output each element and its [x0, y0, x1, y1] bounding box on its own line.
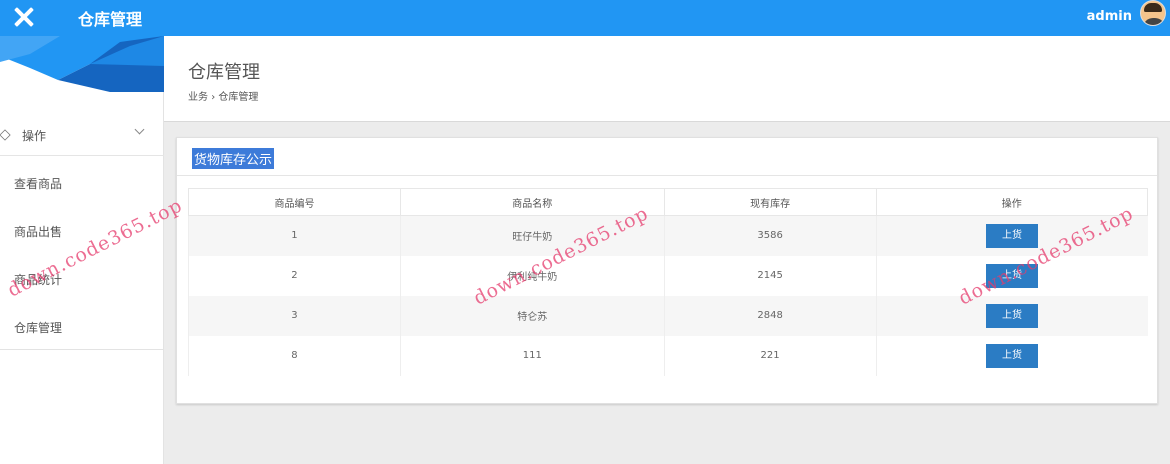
avatar-body [1143, 18, 1165, 25]
table-row: 1 旺仔牛奶 3586 上货 [188, 215, 1148, 256]
table-row: 2 伊利纯牛奶 2145 上货 [188, 255, 1148, 296]
chevron-down-icon[interactable] [134, 124, 145, 135]
cell-stock: 3586 [663, 215, 877, 256]
cell-product-id: 8 [188, 335, 401, 376]
app-title: 仓库管理 [78, 10, 143, 29]
cell-product-id: 2 [188, 255, 401, 296]
cell-action: 上货 [875, 255, 1148, 296]
column-header-stock: 现有库存 [663, 188, 877, 216]
avatar[interactable] [1140, 0, 1166, 26]
cell-product-id: 1 [188, 215, 401, 256]
sidebar-group-operations[interactable]: 操作 [0, 116, 164, 156]
restock-button[interactable]: 上货 [986, 223, 1039, 248]
close-icon[interactable] [10, 3, 38, 31]
sidebar-item-label: 商品统计 [14, 273, 63, 287]
column-header-product-id: 商品编号 [188, 188, 401, 216]
sidebar-item-product-stats[interactable]: 商品统计 [0, 255, 164, 303]
top-bar: 仓库管理 admin [0, 0, 1170, 36]
cell-stock: 2848 [663, 295, 877, 336]
panel-header: 货物库存公示 [177, 138, 1157, 176]
sidebar-item-label: 查看商品 [14, 177, 63, 191]
column-header-product-name: 商品名称 [399, 188, 665, 216]
inventory-panel: 货物库存公示 商品编号 商品名称 现有库存 操作 1 旺仔牛奶 3586 上货 … [176, 137, 1158, 404]
table-header-row: 商品编号 商品名称 现有库存 操作 [188, 188, 1149, 216]
table-row: 3 特仑苏 2848 上货 [188, 295, 1148, 336]
sidebar: 操作 查看商品 商品出售 商品统计 仓库管理 [0, 36, 164, 464]
page-header: 仓库管理 业务 › 仓库管理 [164, 36, 1170, 122]
sidebar-item-view-products[interactable]: 查看商品 [0, 159, 164, 207]
sidebar-item-product-sales[interactable]: 商品出售 [0, 207, 164, 255]
cell-action: 上货 [875, 295, 1148, 336]
inventory-table: 商品编号 商品名称 现有库存 操作 1 旺仔牛奶 3586 上货 2 伊利纯牛奶… [188, 188, 1149, 376]
restock-button[interactable]: 上货 [986, 343, 1039, 368]
sidebar-divider [0, 349, 164, 350]
restock-button[interactable]: 上货 [986, 303, 1039, 328]
username[interactable]: admin [1087, 9, 1132, 24]
sidebar-banner-graphic [0, 36, 164, 92]
sidebar-item-label: 仓库管理 [14, 321, 63, 335]
column-header-action: 操作 [875, 188, 1149, 216]
sidebar-item-warehouse[interactable]: 仓库管理 [0, 303, 164, 351]
diamond-icon [0, 129, 11, 141]
panel-title: 货物库存公示 [192, 148, 275, 169]
table-row: 8 111 221 上货 [188, 335, 1148, 376]
sidebar-item-label: 商品出售 [14, 225, 63, 239]
cell-product-id: 3 [188, 295, 401, 336]
cell-action: 上货 [875, 215, 1148, 256]
breadcrumb-item-business[interactable]: 业务 [188, 92, 208, 103]
page-title: 仓库管理 [188, 62, 260, 83]
cell-stock: 221 [663, 335, 877, 376]
restock-button[interactable]: 上货 [986, 263, 1039, 288]
avatar-hair [1144, 3, 1162, 12]
breadcrumb: 业务 › 仓库管理 [188, 88, 258, 103]
cell-stock: 2145 [663, 255, 877, 296]
cell-action: 上货 [875, 335, 1148, 376]
cell-product-name: 111 [399, 335, 665, 376]
cell-product-name: 伊利纯牛奶 [399, 255, 665, 296]
sidebar-group-label: 操作 [22, 129, 47, 143]
cell-product-name: 特仑苏 [399, 295, 665, 336]
breadcrumb-item-warehouse[interactable]: 仓库管理 [218, 92, 258, 103]
cell-product-name: 旺仔牛奶 [399, 215, 665, 256]
breadcrumb-separator: › [211, 92, 216, 103]
